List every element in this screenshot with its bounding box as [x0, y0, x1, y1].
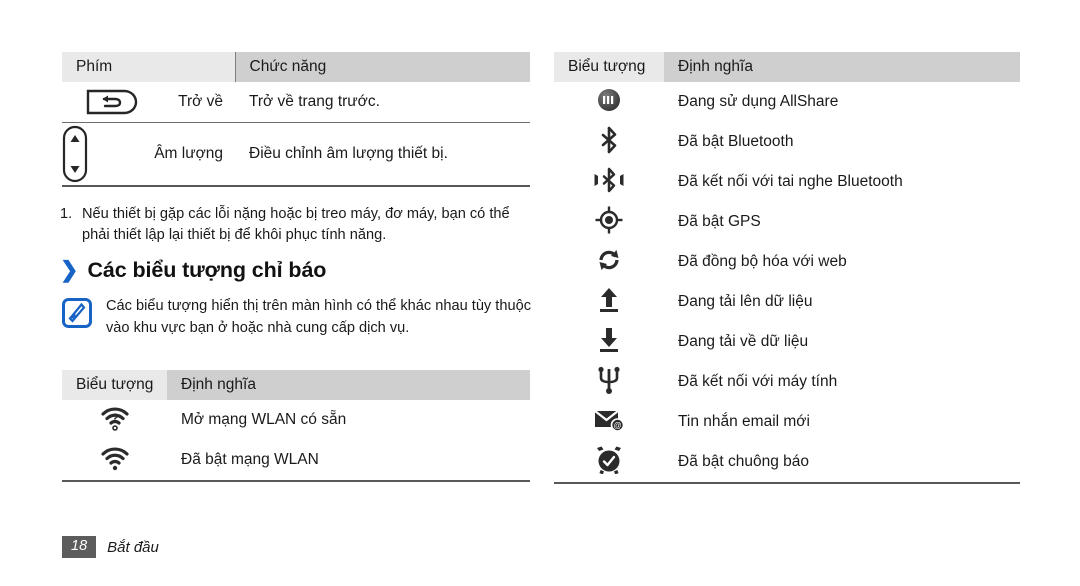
definition-cell: Tin nhắn email mới — [678, 413, 810, 430]
note-text: Các biểu tượng hiển thị trên màn hình có… — [106, 298, 531, 336]
table-row: Đang sử dụng AllShare — [554, 82, 1020, 122]
bluetooth-icon — [597, 126, 621, 154]
chevron-right-icon: ❯ — [60, 257, 79, 282]
download-icon — [597, 326, 621, 354]
upload-icon — [597, 286, 621, 314]
table-row: Âm lượng Điều chỉnh âm lượng thiết bị. — [62, 122, 530, 187]
web-sync-icon — [595, 247, 623, 273]
footer-section-label: Bắt đầu — [107, 538, 159, 556]
left-column: Phím Chức năng Trở về Trở về trang trước… — [62, 52, 530, 187]
definition-cell: Đã kết nối với tai nghe Bluetooth — [678, 173, 903, 190]
key-function-table: Phím Chức năng Trở về Trở về trang trước… — [62, 52, 530, 187]
table-row: Đã bật Bluetooth — [554, 122, 1020, 162]
numbered-note: 1. Nếu thiết bị gặp các lỗi nặng hoặc bị… — [60, 204, 540, 246]
key-function-cell: Trở về trang trước. — [235, 82, 530, 123]
document-page: Phím Chức năng Trở về Trở về trang trước… — [0, 0, 1080, 586]
table-header-row: Biểu tượng Định nghĩa — [62, 370, 530, 400]
page-number-badge: 18 — [62, 536, 97, 559]
definition-cell: Đã bật Bluetooth — [678, 133, 794, 150]
definition-cell: Đang tải về dữ liệu — [678, 333, 809, 350]
icon-cell — [554, 282, 664, 322]
definition-cell: Đang sử dụng AllShare — [678, 93, 839, 110]
samsung-note-icon — [62, 298, 92, 328]
key-name-label: Âm lượng — [154, 145, 223, 162]
icon-cell — [554, 122, 664, 162]
icon-cell — [554, 202, 664, 242]
svg-text:@: @ — [613, 421, 621, 430]
list-text: Nếu thiết bị gặp các lỗi nặng hoặc bị tr… — [82, 206, 510, 244]
page-title: ❯ Các biểu tượng chỉ báo — [60, 258, 326, 283]
table-row: Đã kết nối với máy tính — [554, 362, 1020, 402]
heading-text: Các biểu tượng chỉ báo — [87, 258, 327, 282]
volume-key-icon — [62, 125, 154, 183]
bluetooth-headset-icon — [592, 166, 626, 194]
table-row: Đã bật GPS — [554, 202, 1020, 242]
left-icon-table-wrapper: Biểu tượng Định nghĩa ? Mở mạng WLAN có … — [62, 370, 530, 482]
right-column: Biểu tượng Định nghĩa Đang sử dụng AllSh… — [554, 52, 1020, 484]
column-header-key: Phím — [62, 52, 236, 82]
table-row: Đã bật chuông báo — [554, 442, 1020, 484]
column-header-icon: Biểu tượng — [62, 370, 167, 400]
table-row: Đã bật mạng WLAN — [62, 440, 530, 482]
definition-cell: Đã kết nối với máy tính — [678, 373, 838, 390]
table-row: Đang tải về dữ liệu — [554, 322, 1020, 362]
definition-cell: Đã bật chuông báo — [664, 442, 1020, 484]
key-cell: Âm lượng — [62, 122, 235, 187]
usb-icon — [597, 365, 621, 395]
definition-cell: Đã đồng bộ hóa với web — [678, 253, 847, 270]
status-icon-table: Biểu tượng Định nghĩa Đang sử dụng AllSh… — [554, 52, 1020, 484]
svg-text:?: ? — [111, 411, 118, 425]
note-callout: Các biểu tượng hiển thị trên màn hình có… — [62, 296, 532, 339]
table-row: @ Tin nhắn email mới — [554, 402, 1020, 442]
list-number: 1. — [60, 206, 73, 222]
icon-cell — [554, 82, 664, 122]
definition-cell: Đang tải lên dữ liệu — [678, 293, 813, 310]
icon-cell — [554, 322, 664, 362]
icon-cell — [554, 362, 664, 402]
table-row: ? Mở mạng WLAN có sẵn — [62, 400, 530, 440]
icon-cell — [554, 242, 664, 282]
table-row: Đã đồng bộ hóa với web — [554, 242, 1020, 282]
column-header-definition: Định nghĩa — [664, 52, 1020, 82]
icon-cell: ? — [62, 400, 167, 440]
back-key-icon — [86, 89, 178, 115]
wlan-icon-table: Biểu tượng Định nghĩa ? Mở mạng WLAN có … — [62, 370, 530, 482]
icon-cell — [554, 442, 664, 484]
wifi-connected-icon — [99, 445, 131, 471]
definition-cell: Đã bật GPS — [678, 213, 761, 230]
icon-cell: @ — [554, 402, 664, 442]
icon-cell — [62, 440, 167, 482]
page-footer: 18 Bắt đầu — [62, 536, 159, 559]
table-row: Đã kết nối với tai nghe Bluetooth — [554, 162, 1020, 202]
allshare-icon — [596, 87, 622, 113]
new-email-icon: @ — [593, 407, 625, 433]
gps-icon — [595, 206, 623, 234]
alarm-icon — [595, 446, 623, 474]
wifi-open-network-icon: ? — [99, 405, 131, 431]
definition-cell: Đã bật mạng WLAN — [167, 440, 530, 482]
definition-cell: Mở mạng WLAN có sẵn — [181, 411, 347, 428]
table-row: Trở về Trở về trang trước. — [62, 82, 530, 123]
table-row: Đang tải lên dữ liệu — [554, 282, 1020, 322]
key-cell: Trở về — [62, 82, 235, 123]
key-name-label: Trở về — [178, 93, 223, 110]
column-header-icon: Biểu tượng — [554, 52, 664, 82]
icon-cell — [554, 162, 664, 202]
table-header-row: Biểu tượng Định nghĩa — [554, 52, 1020, 82]
column-header-definition: Định nghĩa — [167, 370, 530, 400]
key-function-cell: Điều chỉnh âm lượng thiết bị. — [235, 122, 530, 187]
column-header-function: Chức năng — [235, 52, 530, 82]
table-header-row: Phím Chức năng — [62, 52, 530, 82]
